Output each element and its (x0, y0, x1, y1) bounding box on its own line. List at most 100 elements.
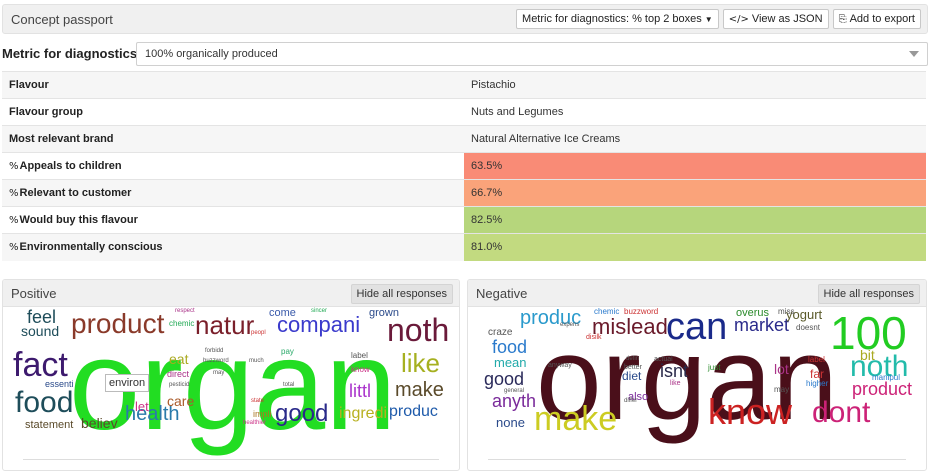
cloud-word[interactable]: essenti (45, 380, 74, 389)
view-as-json-button[interactable]: </> View as JSON (722, 9, 829, 29)
cloud-word[interactable]: chemic (169, 320, 194, 328)
cloud-word[interactable]: much (249, 358, 264, 364)
cloud-word[interactable]: state (251, 398, 264, 404)
cloud-word[interactable]: believ (81, 416, 118, 430)
cloud-word[interactable]: miss (778, 308, 794, 316)
cloud-word[interactable]: sincer (311, 308, 327, 314)
cloud-word[interactable]: manipul (872, 374, 900, 382)
row-label: %Environmentally conscious (2, 233, 464, 261)
score-bar: 81.0% (464, 233, 926, 261)
percent-icon: % (9, 215, 19, 226)
cloud-word[interactable]: dont (812, 398, 870, 428)
cloud-word[interactable]: care (167, 394, 194, 408)
metric-label: Metric for diagnostics: (2, 46, 142, 61)
cloud-word[interactable]: know (708, 394, 792, 430)
cloud-word[interactable]: chemic (594, 308, 619, 316)
cloud-word[interactable]: product (71, 310, 164, 338)
word-tooltip: environ (105, 374, 150, 392)
cloud-word[interactable]: fact (13, 348, 68, 382)
metric-row: Metric for diagnostics: 100% organically… (2, 42, 928, 66)
cloud-word[interactable]: none (496, 416, 525, 429)
cloud-word[interactable]: craze (488, 328, 512, 338)
cloud-word[interactable]: sound (21, 324, 59, 338)
hide-all-responses-button[interactable]: Hide all responses (350, 284, 453, 304)
cloud-word[interactable]: diet (622, 370, 641, 382)
cloud-word[interactable]: differ (624, 398, 637, 404)
metric-dropdown-label: Metric for diagnostics: % top 2 boxes (522, 13, 702, 25)
cloud-word[interactable]: just (708, 364, 720, 372)
cloud-word[interactable]: natur (195, 312, 254, 338)
cloud-word[interactable]: direct (167, 370, 189, 379)
percent-icon: % (9, 188, 19, 199)
cloud-word[interactable]: peopl (251, 330, 266, 336)
add-to-export-button[interactable]: ⎘ Add to export (832, 9, 921, 29)
cloud-word[interactable]: know (351, 366, 370, 374)
cloud-word[interactable]: make (534, 402, 617, 436)
cloud-word[interactable]: general (504, 388, 524, 394)
concept-properties-table: Flavour Pistachio Flavour group Nuts and Le… (2, 71, 926, 261)
cloud-word[interactable]: better (624, 364, 642, 371)
cloud-word[interactable]: label (351, 352, 368, 360)
cloud-word[interactable]: mean (494, 356, 527, 369)
cloud-word[interactable]: anyway (548, 362, 572, 369)
cloud-word[interactable]: impli (253, 410, 272, 419)
cloud-word[interactable]: littl (349, 382, 371, 400)
cloud-word[interactable]: food (492, 338, 527, 356)
cloud-word[interactable]: like (670, 380, 681, 387)
cloud-word[interactable]: eat (169, 352, 188, 366)
table-row: Most relevant brand Natural Alternative I… (2, 125, 926, 153)
metric-dropdown-button[interactable]: Metric for diagnostics: % top 2 boxes ▼ (516, 9, 719, 29)
negative-word-cloud: organ can 100 know dont make noth product mislea… (468, 308, 926, 470)
cloud-word[interactable]: respect (175, 308, 195, 314)
table-row: %Relevant to customer 66.7% (2, 179, 926, 207)
score-bar: 63.5% (464, 152, 926, 180)
cloud-word[interactable]: buzzword (203, 358, 229, 364)
cloud-word[interactable]: healthier (243, 420, 266, 426)
cloud-word[interactable]: lot (774, 362, 789, 376)
cloud-word[interactable]: ingredi (339, 406, 387, 422)
cloud-word[interactable]: defin (626, 356, 639, 362)
cloud-word[interactable]: statement (25, 420, 73, 431)
hide-all-responses-button[interactable]: Hide all responses (817, 284, 920, 304)
cloud-word[interactable]: grown (369, 308, 399, 319)
cloud-word[interactable]: anyth (492, 392, 536, 410)
add-to-export-label: Add to export (849, 13, 915, 25)
cloud-word[interactable]: may (213, 370, 224, 376)
cloud-word[interactable]: label (808, 356, 825, 364)
row-value: Natural Alternative Ice Creams (464, 125, 926, 153)
cloud-word[interactable]: can (666, 308, 727, 346)
metric-select[interactable]: 100% organically produced (136, 42, 928, 66)
cloud-word[interactable]: pesticid (169, 382, 189, 388)
cloud-word[interactable]: food (15, 388, 73, 418)
cloud-word[interactable]: like (401, 350, 440, 376)
cloud-word[interactable]: product (852, 380, 912, 398)
table-row: %Environmentally conscious 81.0% (2, 233, 926, 261)
cloud-word[interactable]: good (275, 402, 328, 426)
cloud-word[interactable]: buzzword (624, 308, 658, 316)
cloud-word[interactable]: let (135, 400, 149, 413)
cloud-word[interactable]: make (395, 380, 444, 400)
cloud-word[interactable]: total (283, 382, 294, 388)
cloud-word[interactable]: pay (281, 348, 294, 356)
cloud-word[interactable]: bit (860, 348, 875, 362)
cloud-word[interactable]: isnt (660, 362, 688, 380)
negative-panel: Negative Hide all responses organ can 100 k… (467, 279, 927, 471)
cloud-word[interactable]: higher (806, 380, 828, 388)
cloud-word[interactable]: may (774, 386, 789, 394)
cloud-word[interactable]: overus (736, 308, 769, 319)
cloud-word[interactable]: expens (560, 322, 579, 328)
row-label: Flavour (2, 71, 464, 99)
percent-icon: % (9, 161, 19, 172)
cloud-word[interactable]: doesnt (796, 324, 820, 332)
cloud-word[interactable]: mislead (592, 316, 668, 338)
table-row: Flavour Pistachio (2, 71, 926, 99)
cloud-word[interactable]: disilk (586, 334, 602, 341)
cloud-word[interactable]: produc (389, 404, 438, 420)
cloud-word[interactable]: forbidd (205, 348, 223, 354)
cloud-word[interactable]: good (484, 370, 524, 388)
cloud-word[interactable]: come (269, 308, 296, 319)
row-label: Flavour group (2, 98, 464, 126)
cloud-word[interactable]: actual (654, 356, 673, 363)
row-label: Most relevant brand (2, 125, 464, 153)
positive-title: Positive (11, 286, 57, 301)
